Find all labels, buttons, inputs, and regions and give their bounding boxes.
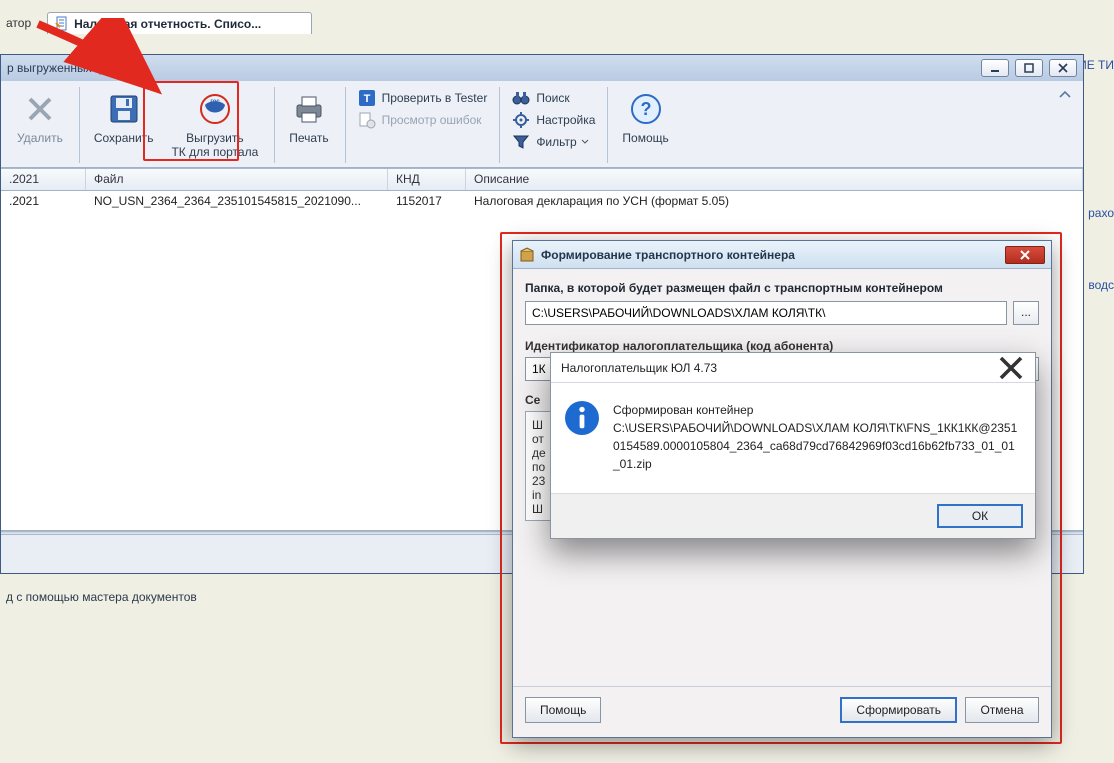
delete-icon [22,91,58,127]
window-minimize-button[interactable] [981,59,1009,77]
settings-button[interactable]: Настройка [506,109,601,131]
search-label: Поиск [536,91,569,105]
filter-label: Фильтр [536,135,576,149]
check-tester-label: Проверить в Tester [382,91,488,105]
collapse-ribbon-icon[interactable] [1057,87,1073,103]
tabstrip: атор Налоговая отчетность. Списо... [0,10,312,36]
tab-lead-fragment: атор [0,16,37,30]
help-label: Помощь [622,131,668,145]
check-tester-button[interactable]: T Проверить в Tester [352,87,494,109]
export-tk-label: Выгрузить ТК для портала [171,131,258,159]
gosuslugi-icon: гос [197,91,233,127]
print-label: Печать [289,131,328,145]
col-knd[interactable]: КНД [388,169,466,190]
window-close-button[interactable] [1049,59,1077,77]
save-icon [106,91,142,127]
messagebox-line1: Сформирован контейнер [613,403,753,417]
help-icon: ? [628,91,664,127]
dialog1-titlebar: Формирование транспортного контейнера [513,241,1051,269]
dialog1-title: Формирование транспортного контейнера [541,248,1005,262]
col-file[interactable]: Файл [86,169,388,190]
messagebox: Налогоплательщик ЮЛ 4.73 Сформирован кон… [550,352,1036,539]
svg-text:гос: гос [210,99,220,105]
col-date[interactable]: .2021 [1,169,86,190]
export-window-title: р выгруженных файлов [7,61,138,75]
bg-text-fragment: рахо [1088,204,1114,222]
dialog1-cancel-button[interactable]: Отмена [965,697,1039,723]
grid-header: .2021 Файл КНД Описание [1,169,1083,191]
funnel-icon [512,133,530,151]
messagebox-ok-button[interactable]: ОК [937,504,1023,528]
tab-active-label: Налоговая отчетность. Списо... [74,17,261,31]
tester-icon: T [358,89,376,107]
browse-button[interactable]: ... [1013,301,1039,325]
chevron-down-icon [581,138,589,146]
save-button[interactable]: Сохранить [86,87,162,163]
printer-icon [291,91,327,127]
folder-input[interactable] [525,301,1007,325]
messagebox-title: Налогоплательщик ЮЛ 4.73 [561,361,997,375]
hint-text: д с помощью мастера документов [0,580,203,614]
tab-active[interactable]: Налоговая отчетность. Списо... [47,12,312,34]
messagebox-close-button[interactable] [997,354,1025,382]
settings-label: Настройка [536,113,595,127]
col-desc[interactable]: Описание [466,169,1083,190]
dialog1-actions: Помощь Сформировать Отмена [513,686,1051,737]
cell-file: NO_USN_2364_2364_235101545815_2021090... [86,191,388,213]
cell-desc: Налоговая декларация по УСН (формат 5.05… [466,191,1083,213]
ribbon-toolbar: Удалить Сохранить гос Выгрузить ТК для п… [1,81,1083,168]
delete-button[interactable]: Удалить [9,87,71,163]
filter-button[interactable]: Фильтр [506,131,601,153]
dialog1-close-button[interactable] [1005,246,1045,264]
view-errors-button[interactable]: Просмотр ошибок [352,109,494,131]
search-group: Поиск Настройка Фильтр [506,87,601,163]
svg-text:T: T [363,93,370,105]
folder-label: Папка, в которой будет размещен файл с т… [525,281,1039,295]
print-button[interactable]: Печать [281,87,336,163]
dialog1-help-button[interactable]: Помощь [525,697,601,723]
messagebox-titlebar: Налогоплательщик ЮЛ 4.73 [551,353,1035,383]
messagebox-line2: C:\USERS\РАБОЧИЙ\DOWNLOADS\ХЛАМ КОЛЯ\ТК\… [613,421,1017,471]
window-maximize-button[interactable] [1015,59,1043,77]
search-button[interactable]: Поиск [506,87,601,109]
info-icon [565,401,599,435]
cell-knd: 1152017 [388,191,466,213]
save-label: Сохранить [94,131,154,145]
view-errors-label: Просмотр ошибок [382,113,482,127]
dialog1-submit-button[interactable]: Сформировать [840,697,957,723]
export-window-titlebar: р выгруженных файлов [1,55,1083,81]
errors-icon [358,111,376,129]
tester-group: T Проверить в Tester Просмотр ошибок [352,87,494,163]
svg-text:?: ? [640,99,651,119]
binoculars-icon [512,89,530,107]
package-icon [519,247,535,263]
bg-text-fragment: водс [1088,276,1114,294]
export-tk-button[interactable]: гос Выгрузить ТК для портала [163,87,266,163]
messagebox-text: Сформирован контейнер C:\USERS\РАБОЧИЙ\D… [613,401,1021,473]
messagebox-body: Сформирован контейнер C:\USERS\РАБОЧИЙ\D… [551,383,1035,493]
document-icon [54,16,70,32]
help-button[interactable]: ? Помощь [614,87,676,163]
messagebox-footer: ОК [551,493,1035,538]
cell-date: .2021 [1,191,86,213]
delete-label: Удалить [17,131,63,145]
table-row[interactable]: .2021 NO_USN_2364_2364_235101545815_2021… [1,191,1083,213]
gear-icon [512,111,530,129]
id-label: Идентификатор налогоплательщика (код або… [525,339,1039,353]
